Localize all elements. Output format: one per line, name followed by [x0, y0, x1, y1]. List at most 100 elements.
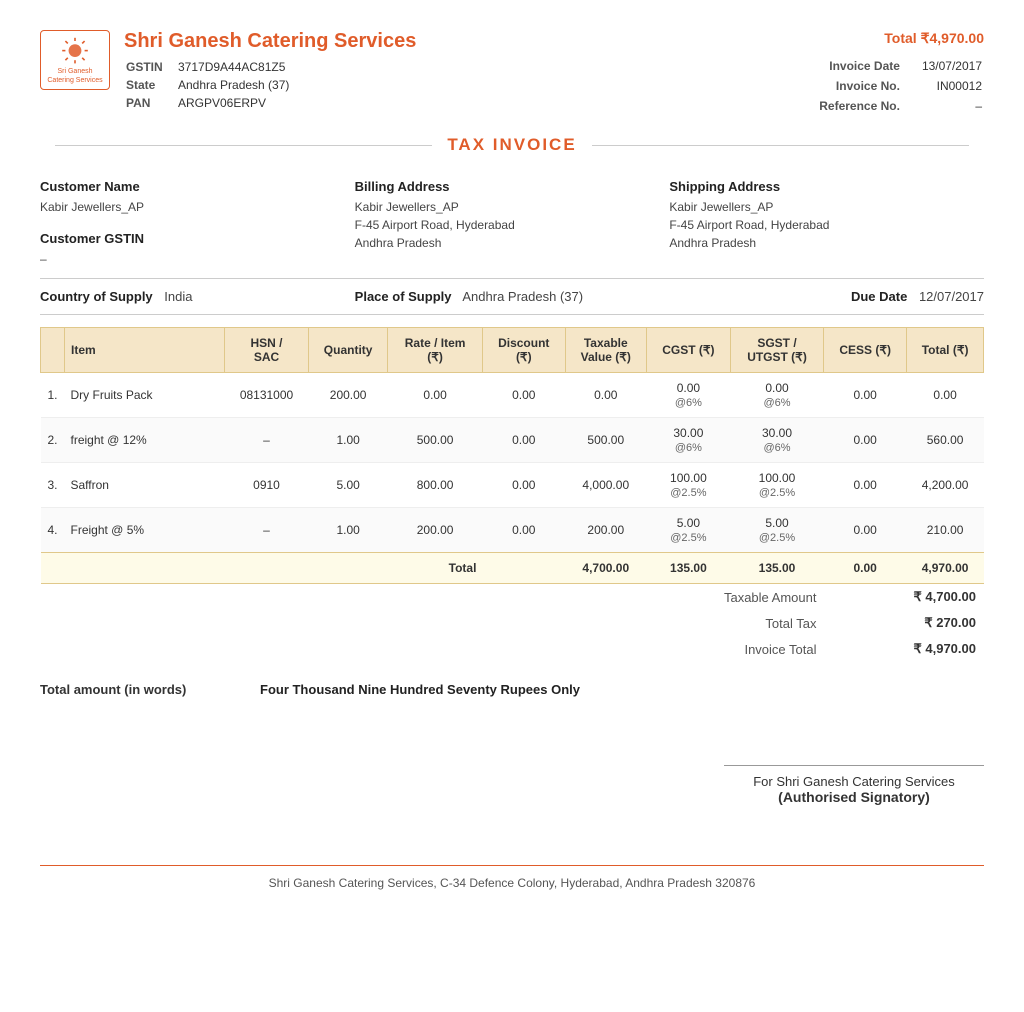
footer-cess: 0.00 — [824, 553, 907, 584]
customer-section: Customer Name Kabir Jewellers_AP Custome… — [40, 179, 984, 268]
row-sgst: 0.00@6% — [730, 373, 823, 418]
row-hsn: – — [225, 418, 309, 463]
footer: Shri Ganesh Catering Services, C-34 Defe… — [40, 865, 984, 890]
customer-name-value: Kabir Jewellers_AP — [40, 198, 355, 216]
table-footer-row: Total 4,700.00 135.00 135.00 0.00 4,970.… — [41, 553, 984, 584]
col-sgst: SGST /UTGST (₹) — [730, 328, 823, 373]
logo-text: Sri Ganesh Catering Services — [47, 68, 102, 85]
shipping-address2: Andhra Pradesh — [669, 234, 984, 252]
country-supply-value: India — [164, 289, 192, 304]
due-date-value: 12/07/2017 — [919, 289, 984, 304]
company-info: Shri Ganesh Catering Services GSTIN 3717… — [124, 30, 416, 113]
invoice-date-label: Invoice Date — [819, 57, 900, 75]
row-rate: 200.00 — [388, 508, 483, 553]
words-label: Total amount (in words) — [40, 682, 260, 697]
due-date-label: Due Date — [851, 289, 907, 304]
invoice-meta: Total ₹4,970.00 Invoice Date 13/07/2017 … — [817, 30, 984, 117]
billing-address-label: Billing Address — [355, 179, 670, 194]
sun-icon — [59, 35, 91, 66]
invoice-ref-label: Reference No. — [819, 97, 900, 115]
row-cess: 0.00 — [824, 418, 907, 463]
customer-gstin-label: Customer GSTIN — [40, 231, 355, 246]
taxable-amount-value: ₹ 4,700.00 — [824, 584, 984, 610]
authorised-signatory: (Authorised Signatory) — [724, 789, 984, 805]
col-item: Item — [65, 328, 225, 373]
company-block: Sri Ganesh Catering Services Shri Ganesh… — [40, 30, 416, 113]
row-item: Dry Fruits Pack — [65, 373, 225, 418]
row-sgst: 30.00@6% — [730, 418, 823, 463]
row-qty: 5.00 — [309, 463, 388, 508]
row-total: 4,200.00 — [907, 463, 984, 508]
customer-name-col: Customer Name Kabir Jewellers_AP Custome… — [40, 179, 355, 268]
table-row: 4. Freight @ 5% – 1.00 200.00 0.00 200.0… — [41, 508, 984, 553]
row-discount: 0.00 — [482, 418, 565, 463]
due-date-col: Due Date 12/07/2017 — [669, 289, 984, 304]
invoice-title: TAX INVOICE — [40, 127, 984, 163]
col-taxable: TaxableValue (₹) — [565, 328, 646, 373]
customer-gstin-value: – — [40, 250, 355, 268]
row-taxable: 200.00 — [565, 508, 646, 553]
row-sgst: 5.00@2.5% — [730, 508, 823, 553]
total-tax-row: Total Tax ₹ 270.00 — [604, 610, 984, 636]
row-cgst: 5.00@2.5% — [646, 508, 730, 553]
place-supply-col: Place of Supply Andhra Pradesh (37) — [355, 289, 670, 304]
gstin-label: GSTIN — [126, 59, 176, 75]
footer-total-label: Total — [41, 553, 483, 584]
row-taxable: 0.00 — [565, 373, 646, 418]
invoice-date-value: 13/07/2017 — [902, 57, 982, 75]
row-discount: 0.00 — [482, 463, 565, 508]
signatory-company: For Shri Ganesh Catering Services — [724, 774, 984, 789]
signatory-section: For Shri Ganesh Catering Services (Autho… — [40, 765, 984, 805]
state-value: Andhra Pradesh (37) — [178, 77, 295, 93]
row-taxable: 500.00 — [565, 418, 646, 463]
col-qty: Quantity — [309, 328, 388, 373]
state-label: State — [126, 77, 176, 93]
invoice-details: Invoice Date 13/07/2017 Invoice No. IN00… — [817, 55, 984, 117]
col-hsn: HSN /SAC — [225, 328, 309, 373]
total-top: Total ₹4,970.00 — [817, 30, 984, 47]
row-cgst: 30.00@6% — [646, 418, 730, 463]
row-num: 3. — [41, 463, 65, 508]
col-cgst: CGST (₹) — [646, 328, 730, 373]
customer-name-label: Customer Name — [40, 179, 355, 194]
words-value: Four Thousand Nine Hundred Seventy Rupee… — [260, 682, 580, 697]
row-rate: 800.00 — [388, 463, 483, 508]
invoice-number-value: IN00012 — [902, 77, 982, 95]
billing-address2: Andhra Pradesh — [355, 234, 670, 252]
billing-address1: F-45 Airport Road, Hyderabad — [355, 216, 670, 234]
total-tax-label: Total Tax — [604, 610, 824, 636]
table-row: 2. freight @ 12% – 1.00 500.00 0.00 500.… — [41, 418, 984, 463]
row-item: Saffron — [65, 463, 225, 508]
row-num: 1. — [41, 373, 65, 418]
supply-row: Country of Supply India Place of Supply … — [40, 278, 984, 315]
totals-section: Taxable Amount ₹ 4,700.00 Total Tax ₹ 27… — [40, 584, 984, 662]
place-supply-label: Place of Supply — [355, 289, 452, 304]
company-logo: Sri Ganesh Catering Services — [40, 30, 110, 90]
taxable-amount-label: Taxable Amount — [604, 584, 824, 610]
billing-name: Kabir Jewellers_AP — [355, 198, 670, 216]
row-sgst: 100.00@2.5% — [730, 463, 823, 508]
country-supply-col: Country of Supply India — [40, 289, 355, 304]
invoice-total-row: Invoice Total ₹ 4,970.00 — [604, 636, 984, 662]
row-discount: 0.00 — [482, 508, 565, 553]
totals-table: Taxable Amount ₹ 4,700.00 Total Tax ₹ 27… — [604, 584, 984, 662]
taxable-amount-row: Taxable Amount ₹ 4,700.00 — [604, 584, 984, 610]
table-row: 3. Saffron 0910 5.00 800.00 0.00 4,000.0… — [41, 463, 984, 508]
company-name: Shri Ganesh Catering Services — [124, 30, 416, 53]
total-tax-value: ₹ 270.00 — [824, 610, 984, 636]
row-total: 0.00 — [907, 373, 984, 418]
footer-cgst: 135.00 — [646, 553, 730, 584]
row-qty: 200.00 — [309, 373, 388, 418]
pan-value: ARGPV06ERPV — [178, 95, 295, 111]
row-qty: 1.00 — [309, 508, 388, 553]
row-item: freight @ 12% — [65, 418, 225, 463]
signature-line — [724, 765, 984, 766]
row-num: 4. — [41, 508, 65, 553]
col-num — [41, 328, 65, 373]
invoice-ref-value: – — [902, 97, 982, 115]
shipping-address-col: Shipping Address Kabir Jewellers_AP F-45… — [669, 179, 984, 268]
footer-sgst: 135.00 — [730, 553, 823, 584]
shipping-name: Kabir Jewellers_AP — [669, 198, 984, 216]
row-num: 2. — [41, 418, 65, 463]
row-cess: 0.00 — [824, 463, 907, 508]
